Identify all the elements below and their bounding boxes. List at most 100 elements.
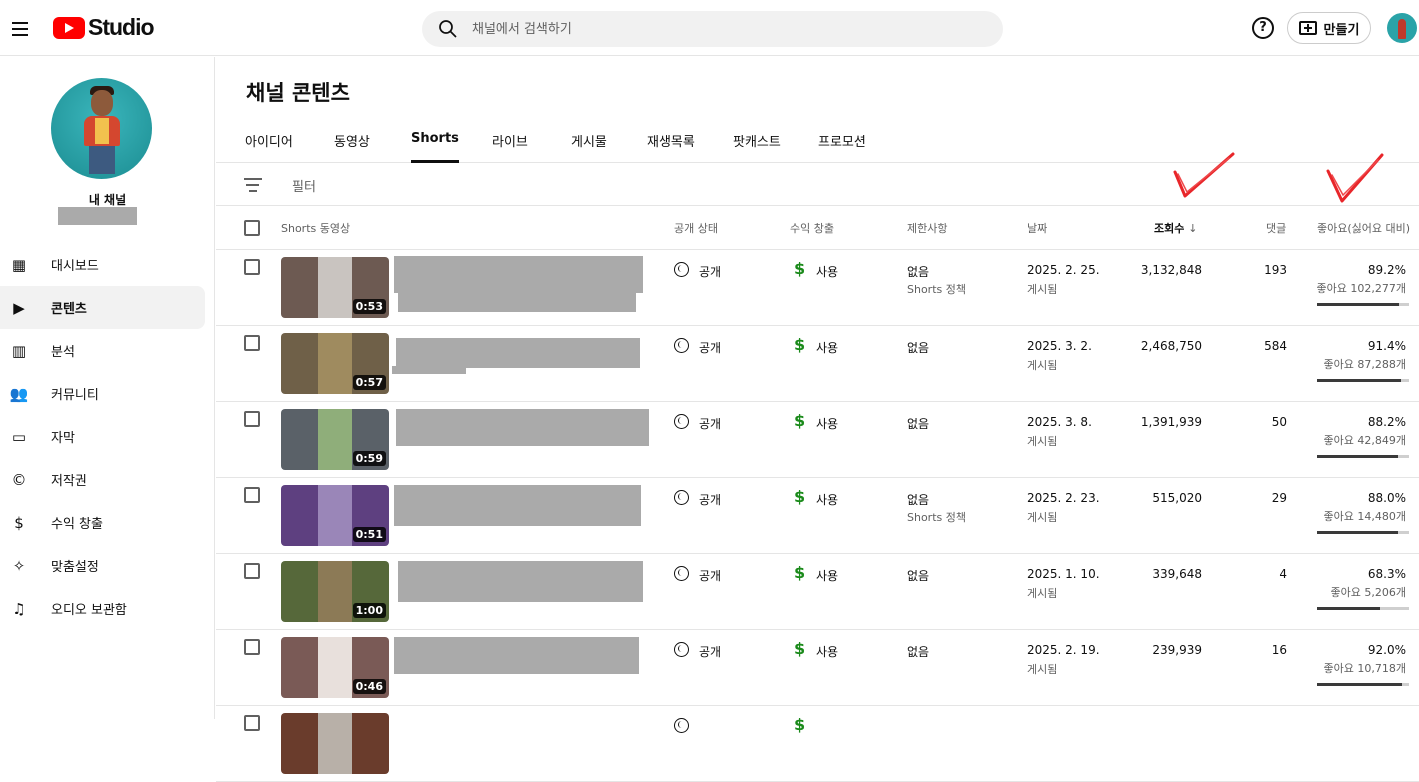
account-avatar[interactable] [1387, 13, 1417, 43]
comments-value[interactable]: 29 [1272, 491, 1287, 505]
subtitles-icon: ▭ [11, 427, 27, 446]
sidebar-item-7[interactable]: ✧ 맞춤설정 [0, 544, 215, 587]
like-ratio-bar [1317, 531, 1409, 534]
row-checkbox[interactable] [244, 335, 260, 351]
create-button[interactable]: 만들기 [1287, 12, 1371, 44]
likes-count: 좋아요 5,206개 [1330, 586, 1406, 599]
column-likes[interactable]: 좋아요(싫어요 대비) [1317, 220, 1410, 236]
likes-percent: 68.3% [1367, 567, 1406, 581]
column-monetization[interactable]: 수익 창출 [790, 220, 834, 236]
video-thumbnail[interactable]: 0:46 [281, 637, 389, 698]
video-thumbnail[interactable]: 1:00 [281, 561, 389, 622]
channel-avatar[interactable] [51, 78, 152, 179]
table-row[interactable]: 0:46 공개 $ 사용 없음 2025. 2. 19. 게시됨 239,939 16 92.0%… [216, 630, 1419, 706]
visibility-value[interactable]: 공개 [699, 643, 721, 660]
sidebar-item-label: 자막 [51, 431, 75, 446]
row-checkbox[interactable] [244, 259, 260, 275]
row-checkbox[interactable] [244, 563, 260, 579]
likes-percent: 88.0% [1367, 491, 1406, 505]
views-value: 2,468,750 [1140, 339, 1202, 353]
sidebar-item-4[interactable]: ▭ 자막 [0, 415, 215, 458]
tab-0[interactable]: 아이디어 [245, 131, 293, 163]
sidebar-item-8[interactable]: ♫ 오디오 보관함 [0, 587, 215, 630]
restriction-value: 없음 [907, 341, 930, 355]
column-views[interactable]: 조회수 ↓ [1154, 220, 1197, 236]
tab-5[interactable]: 재생목록 [647, 131, 695, 163]
column-visibility[interactable]: 공개 상태 [674, 220, 718, 236]
row-checkbox[interactable] [244, 715, 260, 731]
visibility-value[interactable]: 공개 [699, 263, 721, 280]
comments-value[interactable]: 16 [1272, 643, 1287, 657]
column-comments[interactable]: 댓글 [1266, 220, 1286, 236]
restriction-detail[interactable]: Shorts 정책 [907, 281, 966, 297]
tab-1[interactable]: 동영상 [334, 131, 370, 163]
sidebar-nav: ▦ 대시보드 ▶ 콘텐츠 ▥ 분석 👥 커뮤니티 ▭ 자막 © 저작권 $ 수익 창출 ✧ 맞춤설정 ♫ 오디오 … [0, 243, 215, 630]
content-icon: ▶ [13, 298, 25, 317]
sidebar-item-0[interactable]: ▦ 대시보드 [0, 243, 215, 286]
comments-value[interactable]: 193 [1264, 263, 1287, 277]
filter-input[interactable]: 필터 [292, 176, 316, 195]
visibility-value[interactable]: 공개 [699, 339, 721, 356]
table-row[interactable]: 0:59 공개 $ 사용 없음 2025. 3. 8. 게시됨 1,391,939 50 88.2… [216, 402, 1419, 478]
tab-2[interactable]: Shorts [411, 131, 459, 163]
thumbnail-image [318, 637, 352, 698]
monetization-value[interactable]: 사용 [816, 643, 838, 660]
select-all-checkbox[interactable] [244, 220, 260, 236]
monetization-value[interactable]: 사용 [816, 263, 838, 280]
table-row[interactable]: 0:51 공개 $ 사용 없음 Shorts 정책 2025. 2. 23. 게시됨 515,0… [216, 478, 1419, 554]
restriction-detail[interactable]: Shorts 정책 [907, 509, 966, 525]
redacted-video-title [394, 637, 639, 674]
comments-value[interactable]: 4 [1279, 567, 1287, 581]
table-row[interactable]: 0:53 공개 $ 사용 없음 Shorts 정책 2025. 2. 25. 게시됨 3,132… [216, 250, 1419, 326]
column-restrictions[interactable]: 제한사항 [907, 220, 947, 236]
help-icon[interactable]: ? [1252, 17, 1274, 39]
tab-6[interactable]: 팟캐스트 [733, 131, 781, 163]
dollar-icon: $ [794, 715, 806, 734]
sidebar: 내 채널 ▦ 대시보드 ▶ 콘텐츠 ▥ 분석 👥 커뮤니티 ▭ 자막 © 저작권 $ 수익 창출 ✧ 맞춤설정… [0, 57, 215, 719]
row-checkbox[interactable] [244, 411, 260, 427]
tab-3[interactable]: 라이브 [492, 131, 528, 163]
sidebar-item-label: 오디오 보관함 [51, 603, 127, 618]
tab-7[interactable]: 프로모션 [818, 131, 866, 163]
row-checkbox[interactable] [244, 639, 260, 655]
dollar-icon: $ [794, 259, 806, 278]
sidebar-item-2[interactable]: ▥ 분석 [0, 329, 215, 372]
video-duration: 0:51 [352, 527, 386, 542]
monetization-value[interactable]: 사용 [816, 339, 838, 356]
table-row[interactable]: $ [216, 706, 1419, 782]
comments-value[interactable]: 50 [1272, 415, 1287, 429]
video-thumbnail[interactable]: 0:57 [281, 333, 389, 394]
table-row[interactable]: 0:57 공개 $ 사용 없음 2025. 3. 2. 게시됨 2,468,750 584 91.… [216, 326, 1419, 402]
video-thumbnail[interactable] [281, 713, 389, 774]
sidebar-item-3[interactable]: 👥 커뮤니티 [0, 372, 215, 415]
redacted-channel-handle [58, 207, 137, 225]
video-thumbnail[interactable]: 0:59 [281, 409, 389, 470]
sidebar-item-label: 커뮤니티 [51, 388, 99, 403]
monetization-value[interactable]: 사용 [816, 567, 838, 584]
filter-icon[interactable] [244, 178, 262, 192]
search-icon[interactable] [438, 19, 458, 39]
globe-icon [674, 718, 689, 733]
comments-value[interactable]: 584 [1264, 339, 1287, 353]
sidebar-item-6[interactable]: $ 수익 창출 [0, 501, 215, 544]
column-date[interactable]: 날짜 [1027, 220, 1047, 236]
date-status: 게시됨 [1027, 435, 1058, 448]
tab-4[interactable]: 게시물 [571, 131, 607, 163]
monetization-value[interactable]: 사용 [816, 415, 838, 432]
dollar-icon: $ [794, 563, 806, 582]
hamburger-menu-icon[interactable] [8, 12, 32, 44]
sidebar-item-1[interactable]: ▶ 콘텐츠 [0, 286, 205, 329]
sidebar-item-5[interactable]: © 저작권 [0, 458, 215, 501]
video-thumbnail[interactable]: 0:53 [281, 257, 389, 318]
studio-logo[interactable]: Studio [53, 14, 155, 41]
table-row[interactable]: 1:00 공개 $ 사용 없음 2025. 1. 10. 게시됨 339,648 4 68.3% 좋… [216, 554, 1419, 630]
search-input[interactable] [472, 11, 982, 47]
views-value: 239,939 [1152, 643, 1202, 657]
video-thumbnail[interactable]: 0:51 [281, 485, 389, 546]
visibility-value[interactable]: 공개 [699, 567, 721, 584]
visibility-value[interactable]: 공개 [699, 491, 721, 508]
monetization-value[interactable]: 사용 [816, 491, 838, 508]
row-checkbox[interactable] [244, 487, 260, 503]
visibility-value[interactable]: 공개 [699, 415, 721, 432]
dashboard-icon: ▦ [11, 255, 27, 274]
